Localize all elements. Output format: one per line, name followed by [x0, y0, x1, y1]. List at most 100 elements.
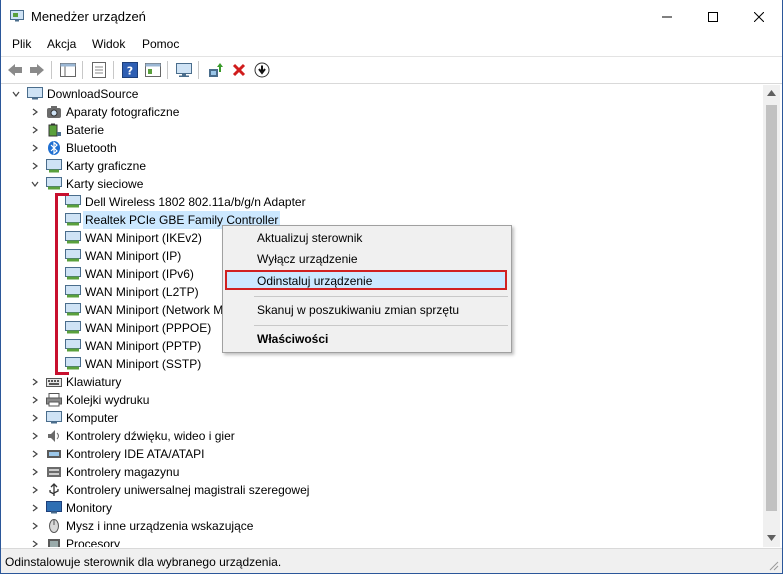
ide-controller-icon: [47, 450, 61, 458]
menu-widok[interactable]: Widok: [90, 36, 127, 52]
expand-chevron-icon[interactable]: [30, 103, 40, 121]
tree-category[interactable]: Klawiatury: [30, 373, 750, 391]
network-adapter-label: WAN Miniport (PPTP): [85, 339, 202, 353]
tree-category[interactable]: Kontrolery dźwięku, wideo i gier: [30, 427, 750, 445]
context-item-disable-device[interactable]: Wyłącz urządzenie: [257, 252, 358, 266]
context-item-uninstall-device[interactable]: Odinstaluj urządzenie: [257, 274, 372, 288]
window-title: Menedżer urządzeń: [31, 9, 146, 24]
expand-chevron-icon[interactable]: [30, 445, 40, 463]
usb-icon: [49, 483, 59, 496]
expand-chevron-icon[interactable]: [30, 139, 40, 157]
network-adapter-label: WAN Miniport (L2TP): [85, 285, 199, 299]
scroll-up-icon[interactable]: [767, 90, 776, 96]
processor-icon: [48, 539, 60, 547]
view-button[interactable]: [143, 60, 163, 80]
menu-plik[interactable]: Plik: [10, 36, 33, 52]
computer-icon: [27, 87, 43, 100]
uninstall-button[interactable]: [229, 60, 249, 80]
tree-category[interactable]: Monitory: [30, 499, 750, 517]
tree-category[interactable]: Kontrolery uniwersalnej magistrali szere…: [30, 481, 750, 499]
expand-chevron-icon[interactable]: [30, 463, 40, 481]
tree-root[interactable]: DownloadSource: [11, 85, 751, 103]
expand-chevron-icon[interactable]: [30, 157, 40, 175]
tree-category[interactable]: Komputer: [30, 409, 750, 427]
properties-button[interactable]: [89, 60, 109, 80]
svg-text:?: ?: [127, 65, 133, 78]
help-icon: ?: [122, 62, 138, 78]
tree-category[interactable]: Aparaty fotograficzne: [30, 103, 750, 121]
tree-root-label: DownloadSource: [47, 87, 139, 101]
tree-category[interactable]: Kontrolery magazynu: [30, 463, 750, 481]
update-driver-button[interactable]: [206, 60, 226, 80]
computer-icon: [46, 411, 62, 424]
maximize-button[interactable]: [690, 0, 736, 33]
tree-category-label: Kontrolery uniwersalnej magistrali szere…: [66, 483, 310, 497]
monitor-button[interactable]: [174, 60, 194, 80]
keyboard-icon: [46, 378, 62, 387]
show-hide-tree-icon: [60, 63, 76, 77]
network-adapter-label: WAN Miniport (PPPOE): [85, 321, 212, 335]
context-item-scan-hardware[interactable]: Skanuj w poszukiwaniu zmian sprzętu: [257, 303, 459, 317]
device-manager-window: Menedżer urządzeń Plik Akcja Widok Pomoc: [0, 0, 783, 574]
camera-icon: [47, 106, 61, 118]
battery-icon: [48, 123, 61, 137]
tree-category[interactable]: Bluetooth: [30, 139, 750, 157]
tree-category-network-adapters[interactable]: Karty sieciowe: [30, 175, 750, 193]
tree-category[interactable]: Mysz i inne urządzenia wskazujące: [30, 517, 750, 535]
scrollbar-thumb[interactable]: [766, 105, 777, 511]
status-bar: Odinstalowuje sterownik dla wybranego ur…: [1, 548, 782, 573]
tree-category-label: Komputer: [66, 411, 119, 425]
scroll-down-icon[interactable]: [767, 535, 776, 541]
tree-category-label: Kolejki wydruku: [66, 393, 150, 407]
tree-category[interactable]: Baterie: [30, 121, 750, 139]
tree-category[interactable]: Procesory: [30, 535, 750, 547]
back-button[interactable]: [5, 60, 25, 80]
tree-category-label: Baterie: [66, 123, 105, 137]
maximize-icon: [708, 11, 718, 22]
expand-chevron-icon[interactable]: [30, 427, 40, 445]
tree-category-label: Aparaty fotograficzne: [66, 105, 180, 119]
device-manager-app-icon: [10, 10, 24, 22]
minimize-button[interactable]: [644, 0, 690, 33]
tree-category-label: Kontrolery dźwięku, wideo i gier: [66, 429, 235, 443]
speaker-icon: [48, 430, 59, 442]
context-item-properties[interactable]: Właściwości: [257, 332, 328, 346]
context-item-update-driver[interactable]: Aktualizuj sterownik: [257, 231, 362, 245]
close-button[interactable]: [736, 0, 782, 33]
network-adapter-item[interactable]: Dell Wireless 1802 802.11a/b/g/n Adapter: [65, 193, 465, 211]
printer-icon: [46, 393, 62, 407]
collapse-chevron-icon[interactable]: [30, 175, 40, 193]
expand-chevron-icon[interactable]: [30, 499, 40, 517]
show-hide-tree-button[interactable]: [58, 60, 78, 80]
forward-icon: [30, 64, 44, 76]
forward-button[interactable]: [27, 60, 47, 80]
expand-chevron-icon[interactable]: [30, 373, 40, 391]
download-icon: [254, 62, 270, 78]
title-bar[interactable]: Menedżer urządzeń: [1, 0, 782, 33]
tree-category[interactable]: Kolejki wydruku: [30, 391, 750, 409]
vertical-scrollbar[interactable]: [763, 85, 780, 547]
context-menu: Aktualizuj sterownik Wyłącz urządzenie O…: [222, 225, 512, 353]
expand-chevron-icon[interactable]: [30, 121, 40, 139]
tree-category[interactable]: Karty graficzne: [30, 157, 750, 175]
network-adapter-label: WAN Miniport (IPv6): [85, 267, 194, 281]
resize-grip-icon[interactable]: [769, 561, 779, 571]
network-adapter-label: WAN Miniport (SSTP): [85, 357, 202, 371]
tree-category-label: Procesory: [66, 537, 121, 547]
expand-chevron-icon[interactable]: [30, 481, 40, 499]
menu-pomoc[interactable]: Pomoc: [140, 36, 181, 52]
expand-chevron-icon[interactable]: [30, 517, 40, 535]
expand-chevron-icon[interactable]: [30, 391, 40, 409]
expand-chevron-icon[interactable]: [30, 535, 40, 547]
tree-category[interactable]: Kontrolery IDE ATA/ATAPI: [30, 445, 750, 463]
network-adapter-item[interactable]: WAN Miniport (SSTP): [65, 355, 465, 373]
annotation-bracket: [55, 193, 69, 375]
help-button[interactable]: ?: [120, 60, 140, 80]
monitor-icon: [176, 63, 192, 77]
collapse-chevron-icon[interactable]: [11, 85, 21, 103]
download-button[interactable]: [252, 60, 272, 80]
tree-category-label: Karty graficzne: [66, 159, 147, 173]
network-adapter-label: WAN Miniport (IKEv2): [85, 231, 202, 245]
menu-akcja[interactable]: Akcja: [45, 36, 78, 52]
expand-chevron-icon[interactable]: [30, 409, 40, 427]
